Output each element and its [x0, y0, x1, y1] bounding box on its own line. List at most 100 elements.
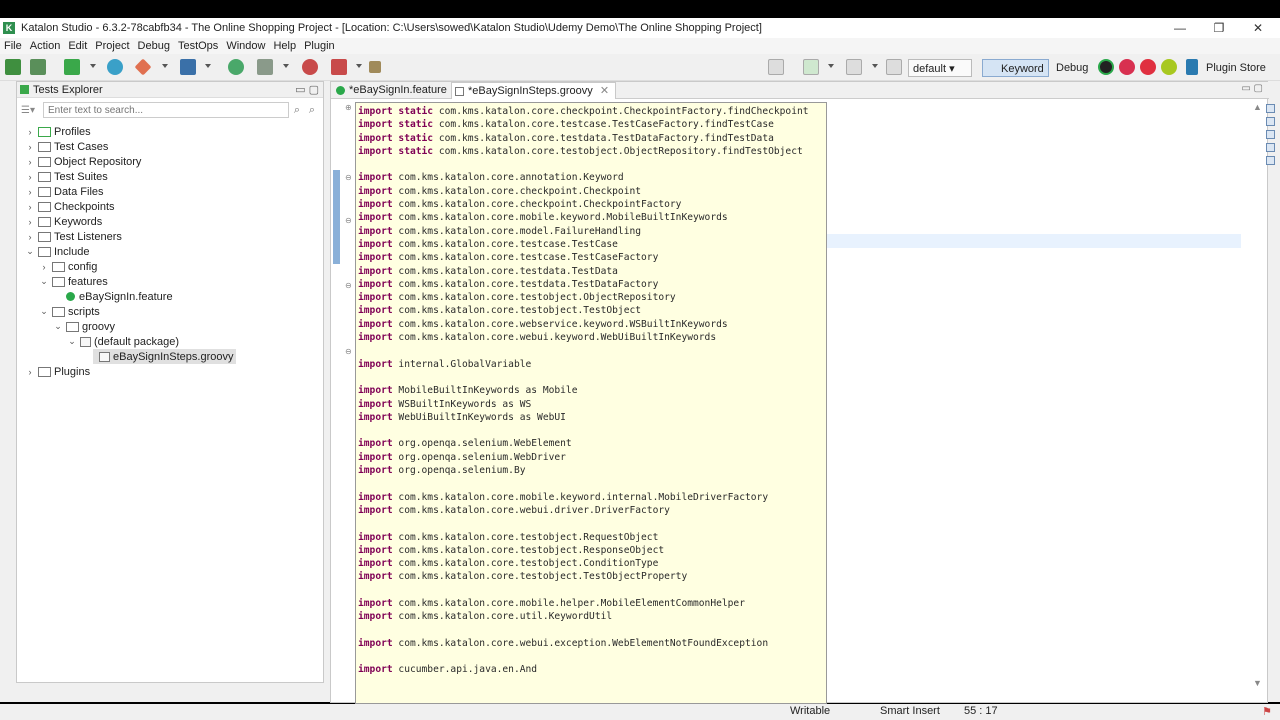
- code-line[interactable]: import com.kms.katalon.core.testcase.Tes…: [358, 238, 809, 251]
- chevron-right-icon[interactable]: ›: [39, 262, 49, 272]
- code-line[interactable]: import internal.GlobalVariable: [358, 358, 809, 371]
- api-icon[interactable]: [228, 59, 244, 75]
- chevron-right-icon[interactable]: ›: [25, 367, 35, 377]
- record-icon[interactable]: [257, 59, 273, 75]
- code-line[interactable]: import com.kms.katalon.core.testcase.Tes…: [358, 251, 809, 264]
- fold-icon[interactable]: ⊖: [345, 217, 352, 225]
- tree-item-plugins[interactable]: › Plugins: [25, 364, 91, 379]
- tree-item-groovy[interactable]: ⌄ groovy: [53, 319, 115, 334]
- code-line[interactable]: import com.kms.katalon.core.webui.except…: [358, 637, 809, 650]
- menu-testops[interactable]: TestOps: [178, 40, 218, 52]
- tree-item-groovy-file[interactable]: eBaySignInSteps.groovy: [93, 349, 237, 364]
- menu-project[interactable]: Project: [95, 40, 129, 52]
- fold-icon[interactable]: ⊖: [345, 348, 352, 356]
- heart-icon[interactable]: [1140, 59, 1156, 75]
- spy-web-icon[interactable]: [107, 59, 123, 75]
- tree-item-keywords[interactable]: › Keywords: [25, 214, 103, 229]
- terminal-icon[interactable]: [369, 61, 381, 73]
- mobile-record-icon[interactable]: [331, 59, 347, 75]
- code-line[interactable]: [358, 424, 809, 437]
- code-line[interactable]: [358, 477, 809, 490]
- tree-item-test-suites[interactable]: › Test Suites: [25, 169, 108, 184]
- save-icon[interactable]: [5, 59, 21, 75]
- code-line[interactable]: [358, 584, 809, 597]
- fold-icon[interactable]: ⊖: [345, 282, 352, 290]
- git-icon[interactable]: [134, 58, 152, 76]
- code-line[interactable]: import static com.kms.katalon.core.testd…: [358, 132, 809, 145]
- code-line[interactable]: import org.openqa.selenium.By: [358, 464, 809, 477]
- menu-debug[interactable]: Debug: [138, 40, 170, 52]
- run-icon[interactable]: [803, 59, 819, 75]
- code-line[interactable]: import org.openqa.selenium.WebDriver: [358, 451, 809, 464]
- menu-plugin[interactable]: Plugin: [304, 40, 335, 52]
- plugin-b-icon[interactable]: [1161, 59, 1177, 75]
- advanced-search-icon[interactable]: ⌕: [305, 104, 319, 117]
- tree-item-test-listeners[interactable]: › Test Listeners: [25, 229, 122, 244]
- git-dropdown-icon[interactable]: [162, 64, 168, 68]
- log-viewer-icon[interactable]: [1266, 156, 1275, 165]
- chevron-right-icon[interactable]: ›: [25, 157, 35, 167]
- chevron-down-icon[interactable]: ⌄: [39, 276, 49, 287]
- tree-item-scripts[interactable]: ⌄ scripts: [39, 304, 100, 319]
- code-line[interactable]: import static com.kms.katalon.core.testc…: [358, 118, 809, 131]
- katalon-testops-icon[interactable]: [1098, 59, 1114, 75]
- tree-item-object-repository[interactable]: › Object Repository: [25, 154, 142, 169]
- code-line[interactable]: import com.kms.katalon.core.annotation.K…: [358, 171, 809, 184]
- stop-icon[interactable]: [886, 59, 902, 75]
- code-line[interactable]: import com.kms.katalon.core.testdata.Tes…: [358, 278, 809, 291]
- chevron-right-icon[interactable]: ›: [25, 127, 35, 137]
- properties-icon[interactable]: [1266, 117, 1275, 126]
- editor-minmax-icon[interactable]: ▭ ▢: [1241, 83, 1263, 94]
- problems-icon[interactable]: [1266, 130, 1275, 139]
- plugin-store-icon[interactable]: [1186, 59, 1198, 75]
- tree-item-default-package[interactable]: ⌄ (default package): [67, 334, 179, 349]
- chevron-right-icon[interactable]: ›: [25, 217, 35, 227]
- code-line[interactable]: import WebUiBuiltInKeywords as WebUI: [358, 411, 809, 424]
- code-line[interactable]: import com.kms.katalon.core.webui.keywor…: [358, 331, 809, 344]
- tree-item-feature-file[interactable]: eBaySignIn.feature: [62, 289, 173, 304]
- code-line[interactable]: import com.kms.katalon.core.testobject.T…: [358, 570, 809, 583]
- fold-icon[interactable]: ⊕: [345, 104, 352, 112]
- code-line[interactable]: import com.kms.katalon.core.mobile.keywo…: [358, 211, 809, 224]
- tab-feature-file[interactable]: *eBaySignIn.feature: [333, 82, 453, 99]
- code-line[interactable]: import MobileBuiltInKeywords as Mobile: [358, 384, 809, 397]
- outline-icon[interactable]: [1266, 104, 1275, 113]
- code-line[interactable]: [358, 624, 809, 637]
- chevron-right-icon[interactable]: ›: [25, 232, 35, 242]
- profile-select[interactable]: default ▾: [908, 59, 972, 77]
- mobile-record-dropdown-icon[interactable]: [356, 64, 362, 68]
- save-all-icon[interactable]: [30, 59, 46, 75]
- code-line[interactable]: [358, 650, 809, 663]
- code-line[interactable]: import com.kms.katalon.core.testobject.R…: [358, 531, 809, 544]
- code-line[interactable]: import com.kms.katalon.core.checkpoint.C…: [358, 198, 809, 211]
- code-line[interactable]: import com.kms.katalon.core.webui.driver…: [358, 504, 809, 517]
- menu-window[interactable]: Window: [226, 40, 265, 52]
- tab-groovy-file[interactable]: *eBaySignInSteps.groovy ✕: [451, 82, 617, 99]
- code-hover-popup[interactable]: import static com.kms.katalon.core.check…: [355, 102, 827, 704]
- close-tab-icon[interactable]: ✕: [600, 85, 609, 97]
- code-lines[interactable]: import static com.kms.katalon.core.check…: [358, 105, 809, 677]
- code-line[interactable]: [358, 158, 809, 171]
- console-icon[interactable]: [768, 59, 784, 75]
- tree-item-config[interactable]: › config: [39, 259, 98, 274]
- record-dropdown-icon[interactable]: [283, 64, 289, 68]
- code-line[interactable]: import com.kms.katalon.core.testobject.O…: [358, 291, 809, 304]
- notification-icon[interactable]: ⚑: [1262, 705, 1272, 718]
- code-line[interactable]: import com.kms.katalon.core.testobject.R…: [358, 544, 809, 557]
- chevron-down-icon[interactable]: ⌄: [67, 336, 77, 347]
- chevron-down-icon[interactable]: ⌄: [53, 321, 63, 332]
- code-line[interactable]: import com.kms.katalon.core.webservice.k…: [358, 318, 809, 331]
- mobile-dropdown-icon[interactable]: [205, 64, 211, 68]
- restore-button[interactable]: ❐: [1199, 18, 1239, 38]
- new-icon[interactable]: [64, 59, 80, 75]
- run-dropdown-icon[interactable]: [828, 64, 834, 68]
- code-line[interactable]: import WSBuiltInKeywords as WS: [358, 398, 809, 411]
- menu-action[interactable]: Action: [30, 40, 61, 52]
- scroll-down-icon[interactable]: ▼: [1253, 678, 1262, 688]
- chevron-down-icon[interactable]: ⌄: [39, 306, 49, 317]
- debug-perspective-button[interactable]: Debug: [1044, 59, 1092, 77]
- debug-dropdown-icon[interactable]: [872, 64, 878, 68]
- plugin-store-button[interactable]: Plugin Store: [1202, 59, 1270, 77]
- chevron-right-icon[interactable]: ›: [25, 172, 35, 182]
- code-line[interactable]: import org.openqa.selenium.WebElement: [358, 437, 809, 450]
